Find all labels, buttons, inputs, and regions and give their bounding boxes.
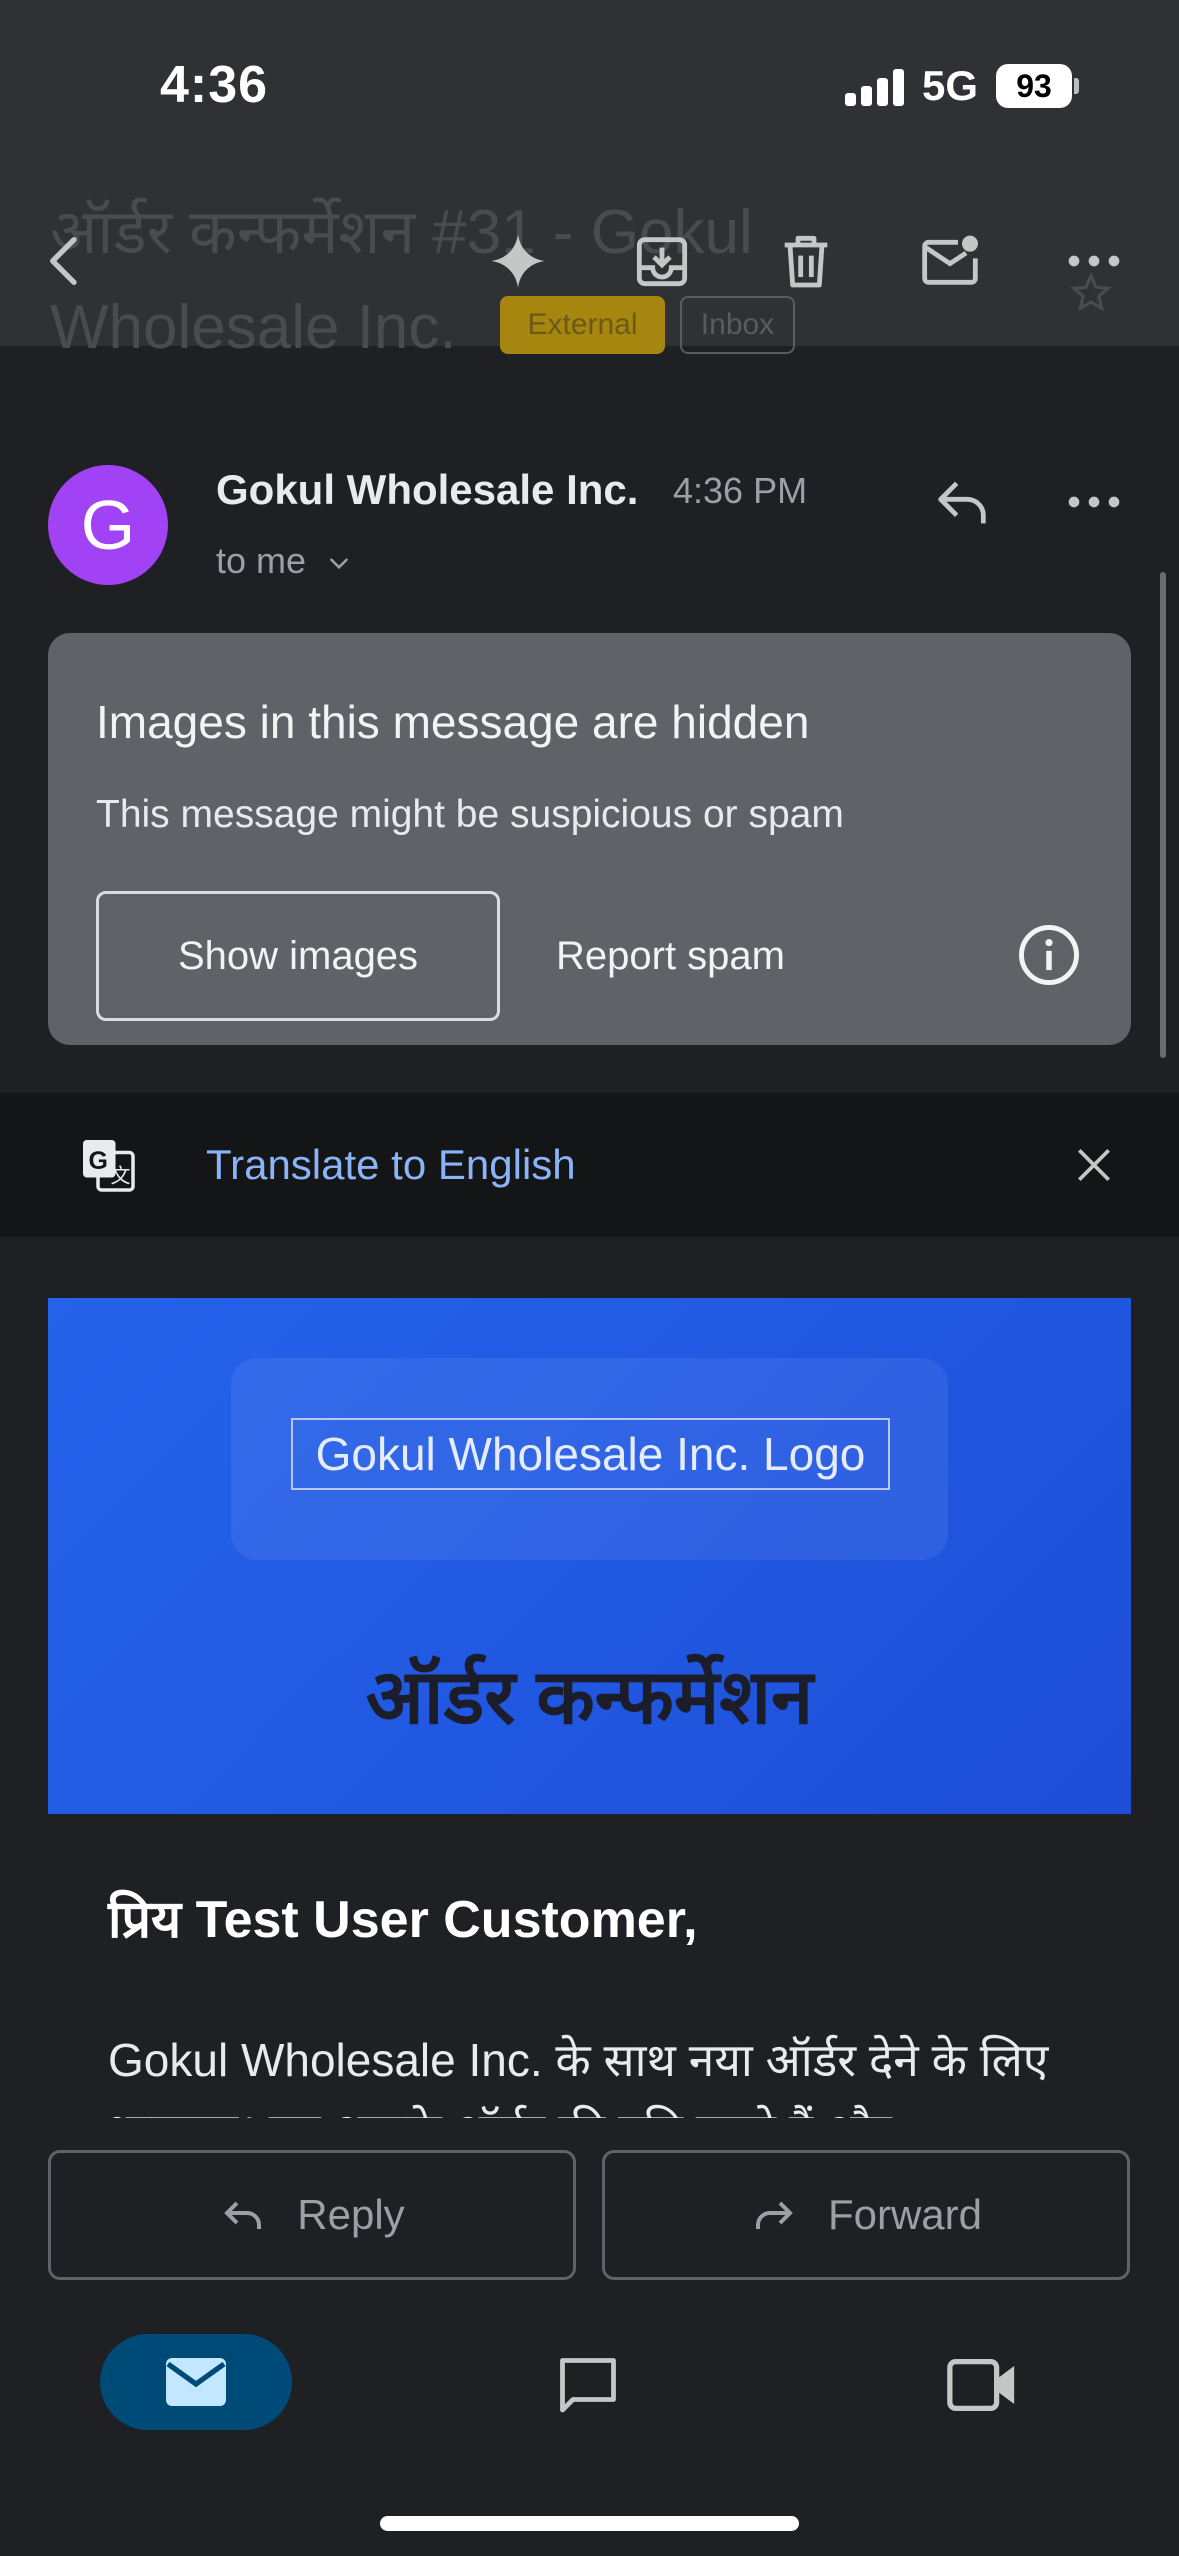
back-arrow-icon: [50, 237, 77, 285]
top-bar: ऑर्डर कन्फर्मेशन #31 - Gokul Wholesale I…: [0, 0, 1179, 362]
report-spam-button[interactable]: Report spam: [556, 891, 785, 1021]
warning-title: Images in this message are hidden: [96, 696, 810, 748]
trash-icon: [784, 235, 828, 288]
show-images-button[interactable]: Show images: [96, 891, 500, 1021]
gemini-button[interactable]: [482, 225, 554, 297]
logo-alt-text: Gokul Wholesale Inc. Logo: [291, 1418, 890, 1490]
message-more-icon[interactable]: [1062, 470, 1126, 534]
mail-unread-icon: [922, 235, 978, 285]
email-banner: Gokul Wholesale Inc. Logo ऑर्डर कन्फर्मे…: [48, 1298, 1131, 1814]
info-icon[interactable]: [1016, 922, 1082, 988]
chat-icon[interactable]: [552, 2350, 624, 2422]
logo-container: Gokul Wholesale Inc. Logo: [231, 1358, 948, 1560]
warning-subtitle: This message might be suspicious or spam: [96, 793, 844, 836]
close-icon[interactable]: [1072, 1143, 1116, 1187]
forward-label: Forward: [827, 2191, 983, 2238]
home-indicator[interactable]: [380, 2516, 799, 2531]
banner-title: ऑर्डर कन्फर्मेशन: [365, 1655, 814, 1740]
archive-button[interactable]: [626, 225, 698, 297]
mail-icon: [166, 2358, 226, 2406]
back-button[interactable]: [30, 225, 102, 297]
scrollbar[interactable]: [1160, 572, 1166, 1058]
battery-level: 93: [996, 64, 1072, 108]
email-greeting: प्रिय Test User Customer,: [108, 1891, 698, 1949]
svg-text:文: 文: [111, 1165, 131, 1188]
more-options-button[interactable]: [1058, 225, 1130, 297]
forward-button[interactable]: Forward: [602, 2150, 1130, 2280]
translate-link[interactable]: Translate to English: [206, 1093, 576, 1237]
chevron-down-icon[interactable]: [326, 550, 352, 576]
network-type: 5G: [922, 62, 979, 109]
google-translate-icon: G 文: [83, 1140, 135, 1192]
battery-icon: [1074, 78, 1079, 94]
label-external: External: [500, 296, 665, 354]
avatar[interactable]: G: [48, 465, 168, 585]
nav-mail[interactable]: [100, 2334, 292, 2430]
mark-unread-button[interactable]: [914, 225, 986, 297]
delete-button[interactable]: [770, 225, 842, 297]
status-time: 4:36: [160, 56, 269, 114]
label-inbox: Inbox: [680, 296, 795, 354]
sender-name[interactable]: Gokul Wholesale Inc.: [216, 466, 638, 514]
forward-arrow-icon: [755, 2201, 793, 2229]
reply-icon[interactable]: [930, 470, 994, 534]
translate-bar: G 文 Translate to English: [0, 1093, 1179, 1237]
more-horizontal-icon: [1068, 255, 1120, 267]
recipient-details[interactable]: to me: [216, 540, 306, 582]
svg-text:G: G: [89, 1147, 108, 1175]
reply-arrow-icon: [224, 2201, 262, 2229]
video-icon[interactable]: [944, 2352, 1020, 2418]
message-time: 4:36 PM: [673, 470, 808, 511]
reply-label: Reply: [297, 2191, 405, 2238]
archive-icon: [636, 237, 688, 287]
cellular-signal-icon: [845, 66, 905, 106]
hidden-images-warning: Images in this message are hidden This m…: [48, 633, 1131, 1045]
sparkle-icon: [491, 234, 545, 288]
email-body-text: Gokul Wholesale Inc. के साथ नया ऑर्डर दे…: [108, 2034, 1049, 2125]
reply-button[interactable]: Reply: [48, 2150, 576, 2280]
